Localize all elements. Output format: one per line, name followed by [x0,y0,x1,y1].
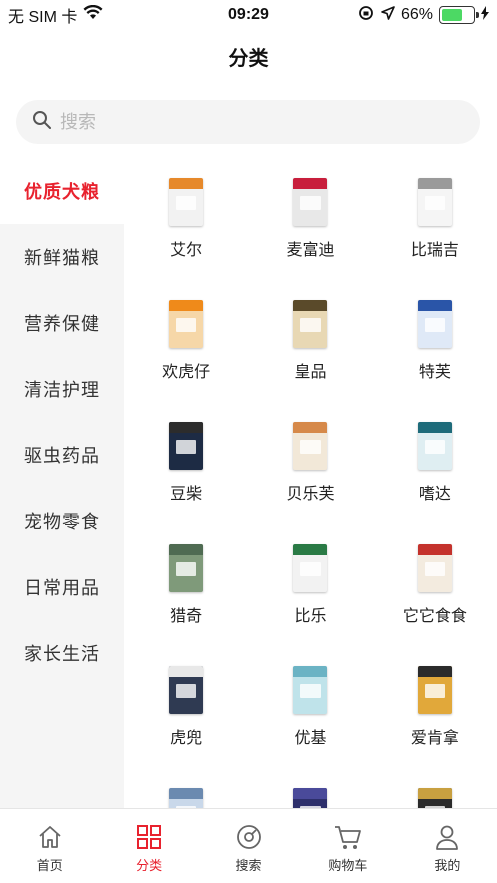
product-item[interactable]: 特芙 [373,282,497,396]
product-image [293,666,328,714]
orientation-lock-icon [357,4,375,27]
wifi-icon [83,4,103,26]
battery-icon [439,6,479,24]
product-image [169,300,204,348]
product-item[interactable]: 欢虎仔 [124,282,248,396]
product-item[interactable]: 猎奇 [124,526,248,640]
tab-compass[interactable]: 搜索 [199,809,298,883]
sidebar-item[interactable]: 宠物零食 [0,488,124,554]
tab-cart[interactable]: 购物车 [298,809,397,883]
search-icon [32,110,52,135]
location-icon [381,5,395,25]
product-item[interactable]: 爱肯拿 [373,648,497,762]
product-name: 它它食食 [402,608,467,625]
battery-fill [442,9,462,21]
search-input[interactable] [60,111,440,133]
product-image [293,178,328,226]
product-item[interactable]: 虎兜 [124,648,248,762]
sidebar-item[interactable]: 营养保健 [0,290,124,356]
product-item[interactable]: 贝乐芙 [248,404,372,518]
sidebar-item[interactable]: 优质犬粮 [0,158,124,224]
tab-home[interactable]: 首页 [0,809,99,883]
product-name: 豆柴 [170,486,203,503]
status-bar: 无 SIM 卡 09:29 66% [0,0,497,30]
page-title: 分类 [228,48,269,70]
status-left: 无 SIM 卡 [8,3,103,27]
product-item[interactable]: 优基 [248,648,372,762]
tab-label: 首页 [36,858,63,873]
product-item[interactable] [373,770,497,808]
product-image [293,422,328,470]
product-name: 麦富迪 [286,242,335,259]
category-sidebar: 优质犬粮 新鲜猫粮 营养保健 清洁护理 驱虫药品 宠物零食 日常用品 家长生活 [0,158,124,808]
product-name: 猎奇 [170,608,203,625]
tab-user[interactable]: 我的 [398,809,497,883]
product-image [169,788,204,808]
product-image [169,178,204,226]
product-name: 优基 [294,730,327,747]
tab-label: 搜索 [235,858,262,873]
product-image [417,422,452,470]
product-image [293,300,328,348]
product-item[interactable]: 嗜达 [373,404,497,518]
product-item[interactable]: 皇品 [248,282,372,396]
sidebar-item[interactable]: 家长生活 [0,620,124,686]
product-name: 嗜达 [418,486,451,503]
product-image [417,666,452,714]
product-item[interactable]: 它它食食 [373,526,497,640]
product-name: 爱肯拿 [410,730,459,747]
cart-icon [332,821,364,853]
product-image [417,788,452,808]
product-item[interactable] [248,770,372,808]
product-name: 特芙 [418,364,451,381]
product-item[interactable]: 比乐 [248,526,372,640]
product-image [417,300,452,348]
sidebar-item[interactable]: 清洁护理 [0,356,124,422]
product-name: 比瑞吉 [410,242,459,259]
product-image [169,422,204,470]
product-name: 比乐 [294,608,327,625]
product-name: 虎兜 [170,730,203,747]
product-name: 欢虎仔 [162,364,211,381]
status-right: 66% [357,4,489,27]
search-bar[interactable] [16,100,480,144]
product-name: 贝乐芙 [286,486,335,503]
product-grid: 艾尔 麦富迪 比瑞吉欢虎仔 皇品 特芙豆柴 贝乐芙 嗜达猎奇 比乐 它它食食虎兜 优基 爱肯拿 [124,160,497,808]
tab-bar: 首页 分类 搜索 购物车 我的 [0,808,497,883]
tab-grid[interactable]: 分类 [99,809,198,883]
tab-label: 我的 [434,858,461,873]
product-image [417,178,452,226]
product-item[interactable]: 比瑞吉 [373,160,497,274]
product-image [293,788,328,808]
tab-label: 购物车 [328,858,368,873]
compass-icon [233,821,265,853]
product-image [169,544,204,592]
sidebar-item[interactable]: 日常用品 [0,554,124,620]
sidebar-item[interactable]: 新鲜猫粮 [0,224,124,290]
tab-label: 分类 [136,858,163,873]
grid-icon [133,821,165,853]
product-image [169,666,204,714]
carrier-text: 无 SIM 卡 [8,9,78,26]
product-grid-container: 艾尔 麦富迪 比瑞吉欢虎仔 皇品 特芙豆柴 贝乐芙 嗜达猎奇 比乐 它它食食虎兜 优基 爱肯拿 [124,160,497,808]
product-item[interactable]: 艾尔 [124,160,248,274]
battery-percent: 66% [400,6,433,23]
user-icon [431,821,463,853]
charging-icon [481,5,489,25]
product-item[interactable] [124,770,248,808]
product-item[interactable]: 豆柴 [124,404,248,518]
home-icon [34,821,66,853]
product-item[interactable]: 麦富迪 [248,160,372,274]
product-image [417,544,452,592]
product-name: 皇品 [294,364,327,381]
product-name: 艾尔 [170,242,203,259]
sidebar-item[interactable]: 驱虫药品 [0,422,124,488]
product-image [293,544,328,592]
